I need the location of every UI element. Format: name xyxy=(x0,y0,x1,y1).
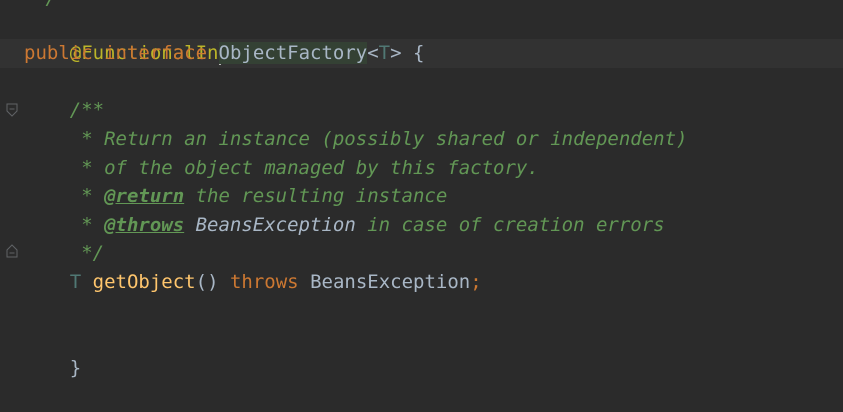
fold-end-icon[interactable] xyxy=(6,244,18,258)
javadoc-text-2: * of the object managed by this factory. xyxy=(81,157,539,179)
code-line-interface-decl[interactable]: public interface ObjectFactory<T> { xyxy=(24,39,424,68)
angle-open: < xyxy=(367,42,379,64)
brace-close: } xyxy=(69,357,82,379)
brace-open: { xyxy=(413,42,425,64)
code-line-javadoc-2[interactable]: * of the object managed by this factory. xyxy=(24,154,539,183)
keyword-public: public xyxy=(24,42,93,64)
javadoc-star: * xyxy=(81,185,105,207)
angle-close: > xyxy=(390,42,402,64)
javadoc-star: * xyxy=(81,214,105,236)
code-line-javadoc-throws[interactable]: * @throws BeansException in case of crea… xyxy=(24,211,665,240)
keyword-throws: throws xyxy=(229,271,299,293)
method-parens: () xyxy=(195,271,219,293)
code-line-brace-close[interactable]: } xyxy=(24,325,81,379)
javadoc-open: /** xyxy=(69,99,105,121)
type-parameter: T xyxy=(378,42,391,64)
javadoc-close: */ xyxy=(81,242,105,264)
code-editor[interactable]: */ @FunctionalInterface public interface… xyxy=(0,0,843,412)
javadoc-exception-ref[interactable]: BeansException xyxy=(184,214,356,236)
method-return-type: T xyxy=(69,271,82,293)
fold-collapse-icon[interactable] xyxy=(6,103,18,117)
code-line-partial: */ xyxy=(34,0,57,8)
semicolon: ; xyxy=(470,271,482,293)
javadoc-text-1: * Return an instance (possibly shared or… xyxy=(81,128,688,150)
javadoc-throws-tag: @throws xyxy=(104,214,185,236)
comment-close: */ xyxy=(34,0,57,9)
code-line-javadoc-open[interactable]: /** xyxy=(24,96,104,125)
code-line-method[interactable]: T getObject() throws BeansException; xyxy=(24,268,482,297)
method-exception[interactable]: BeansException xyxy=(310,271,470,293)
javadoc-return-text: the resulting instance xyxy=(184,185,448,207)
code-line-javadoc-1[interactable]: * Return an instance (possibly shared or… xyxy=(24,125,687,154)
code-line-annotation[interactable]: @FunctionalInterface xyxy=(24,10,299,64)
keyword-interface: interface xyxy=(104,42,208,64)
interface-name[interactable]: ObjectFactory xyxy=(218,42,368,64)
code-line-javadoc-return[interactable]: * @return the resulting instance xyxy=(24,182,447,211)
code-line-javadoc-close[interactable]: */ xyxy=(24,239,104,268)
method-name[interactable]: getObject xyxy=(93,271,196,293)
javadoc-return-tag: @return xyxy=(104,185,185,207)
javadoc-throws-text: in case of creation errors xyxy=(355,214,665,236)
